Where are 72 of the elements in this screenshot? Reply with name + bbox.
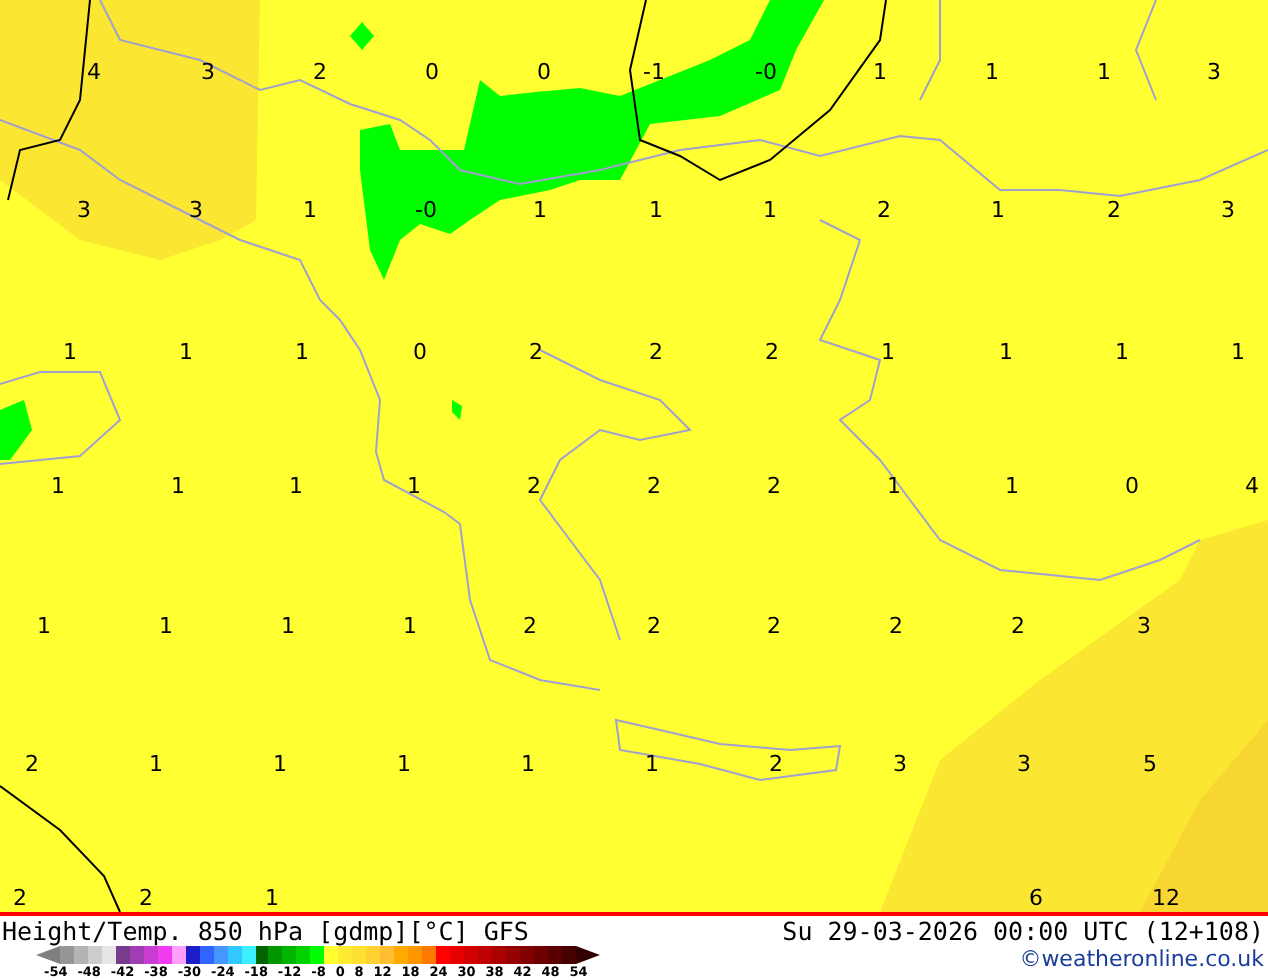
- temperature-value: 1: [533, 199, 547, 221]
- temperature-value: 3: [1221, 199, 1235, 221]
- temperature-value: 3: [1137, 615, 1151, 637]
- temperature-value: 1: [281, 615, 295, 637]
- temperature-value: -0: [415, 199, 437, 221]
- temperature-value: 1: [37, 615, 51, 637]
- temperature-value: 2: [1011, 615, 1025, 637]
- temperature-value: 1: [645, 753, 659, 775]
- temperature-value: 2: [13, 887, 27, 909]
- temperature-value: 4: [87, 61, 101, 83]
- temperature-value: 1: [149, 753, 163, 775]
- temperature-value: 1: [881, 341, 895, 363]
- temperature-value: 2: [25, 753, 39, 775]
- temperature-value: -1: [643, 61, 665, 83]
- temperature-value: 1: [265, 887, 279, 909]
- temperature-value: 3: [1207, 61, 1221, 83]
- temperature-value: 1: [171, 475, 185, 497]
- temperature-value: 2: [647, 615, 661, 637]
- temperature-value: 2: [767, 615, 781, 637]
- temperature-value: 2: [139, 887, 153, 909]
- temperature-value: 1: [63, 341, 77, 363]
- chart-title: Height/Temp. 850 hPa [gdmp][°C] GFS: [0, 916, 531, 946]
- temperature-value: 3: [77, 199, 91, 221]
- temperature-value: 1: [407, 475, 421, 497]
- temperature-value: 1: [1005, 475, 1019, 497]
- temperature-value: 3: [893, 753, 907, 775]
- temperature-value: 1: [1231, 341, 1245, 363]
- temperature-value: 2: [529, 341, 543, 363]
- temperature-value: 4: [1245, 475, 1259, 497]
- valid-time: Su 29-03-2026 00:00 UTC (12+108): [782, 916, 1264, 946]
- temperature-value: 2: [527, 475, 541, 497]
- temperature-value: 1: [303, 199, 317, 221]
- temperature-value: 1: [295, 341, 309, 363]
- temperature-value: 2: [649, 341, 663, 363]
- temperature-value: 1: [51, 475, 65, 497]
- temperature-value: 2: [313, 61, 327, 83]
- temperature-value: 3: [1017, 753, 1031, 775]
- temperature-value: 1: [1115, 341, 1129, 363]
- temperature-value: 0: [413, 341, 427, 363]
- temperature-value: 12: [1152, 887, 1180, 909]
- temperature-value: 1: [289, 475, 303, 497]
- temperature-value: 1: [649, 199, 663, 221]
- temperature-value: 1: [273, 753, 287, 775]
- temperature-value: 3: [201, 61, 215, 83]
- temperature-value: 1: [763, 199, 777, 221]
- temperature-value: 1: [403, 615, 417, 637]
- temperature-value: 2: [769, 753, 783, 775]
- temperature-value: 2: [765, 341, 779, 363]
- temperature-value: 1: [985, 61, 999, 83]
- temperature-value: 1: [521, 753, 535, 775]
- copyright-link[interactable]: ©weatheronline.co.uk: [1019, 946, 1264, 974]
- temperature-value: 3: [189, 199, 203, 221]
- temperature-value: 6: [1029, 887, 1043, 909]
- temperature-value: 2: [877, 199, 891, 221]
- temperature-value: 1: [159, 615, 173, 637]
- temperature-value: 5: [1143, 753, 1157, 775]
- temperature-value: 2: [767, 475, 781, 497]
- temperature-value: 2: [647, 475, 661, 497]
- temperature-value: 1: [991, 199, 1005, 221]
- temperature-value: 1: [873, 61, 887, 83]
- temperature-value: 1: [887, 475, 901, 497]
- temperature-value: 2: [889, 615, 903, 637]
- temperature-value: 0: [537, 61, 551, 83]
- temperature-value: -0: [755, 61, 777, 83]
- temperature-value: 1: [999, 341, 1013, 363]
- temperature-value: 2: [1107, 199, 1121, 221]
- temperature-value: 0: [425, 61, 439, 83]
- temperature-value: 1: [1097, 61, 1111, 83]
- temperature-value: 1: [179, 341, 193, 363]
- temperature-value: 2: [523, 615, 537, 637]
- temperature-value: 1: [397, 753, 411, 775]
- temperature-value: 0: [1125, 475, 1139, 497]
